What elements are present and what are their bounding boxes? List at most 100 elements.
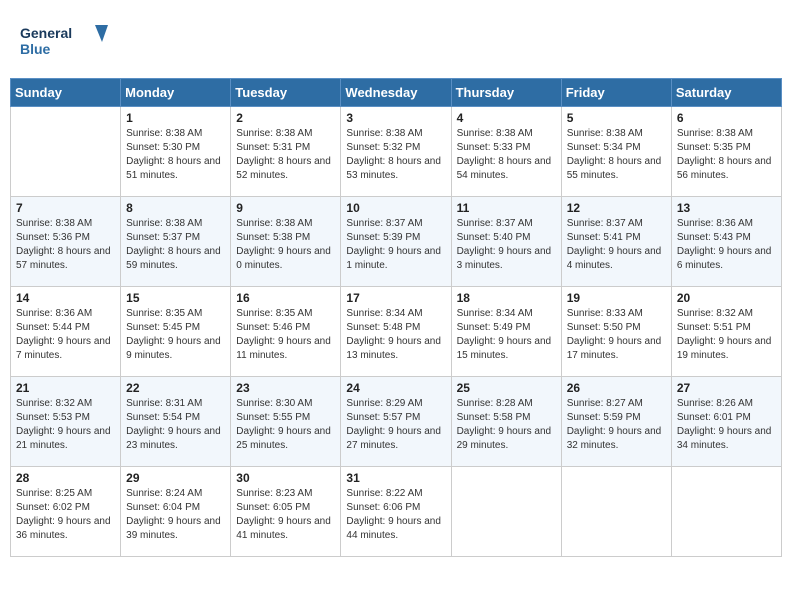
day-info: Sunrise: 8:30 AMSunset: 5:55 PMDaylight:… — [236, 397, 335, 453]
day-info: Sunrise: 8:23 AMSunset: 6:05 PMDaylight:… — [236, 487, 335, 543]
calendar-day-cell: 11 Sunrise: 8:37 AMSunset: 5:40 PMDayligh… — [451, 197, 561, 287]
calendar-day-cell: 9Sunrise: 8:38 AMSunset: 5:38 PMDaylight… — [231, 197, 341, 287]
day-info: Sunrise: 8:32 AMSunset: 5:51 PMDaylight:… — [677, 307, 776, 363]
day-number: 4 — [457, 111, 556, 125]
calendar-day-cell — [561, 467, 671, 557]
calendar-day-cell: 10Sunrise: 8:37 AMSunset: 5:39 PMDayligh… — [341, 197, 451, 287]
day-info: Sunrise: 8:33 AMSunset: 5:50 PMDaylight:… — [567, 307, 666, 363]
day-info: Sunrise: 8:27 AMSunset: 5:59 PMDaylight:… — [567, 397, 666, 453]
day-number: 31 — [346, 471, 445, 485]
day-number: 11 — [457, 201, 556, 215]
day-number: 23 — [236, 381, 335, 395]
calendar-day-cell: 15 Sunrise: 8:35 AMSunset: 5:45 PMDayligh… — [121, 287, 231, 377]
day-info: Sunrise: 8:31 AMSunset: 5:54 PMDaylight:… — [126, 397, 225, 453]
day-info: Sunrise: 8:38 AMSunset: 5:37 PMDaylight:… — [126, 217, 225, 273]
page-header: General Blue — [10, 10, 782, 70]
day-number: 27 — [677, 381, 776, 395]
calendar-day-cell: 31 Sunrise: 8:22 AMSunset: 6:06 PMDayligh… — [341, 467, 451, 557]
day-info: Sunrise: 8:38 AMSunset: 5:31 PMDaylight:… — [236, 127, 335, 183]
day-info: Sunrise: 8:38 AMSunset: 5:33 PMDaylight:… — [457, 127, 556, 183]
calendar-day-cell: 13Sunrise: 8:36 AMSunset: 5:43 PMDayligh… — [671, 197, 781, 287]
day-info: Sunrise: 8:29 AMSunset: 5:57 PMDaylight:… — [346, 397, 445, 453]
calendar-body: 1 Sunrise: 8:38 AMSunset: 5:30 PMDaylight… — [11, 107, 782, 557]
calendar-day-cell — [671, 467, 781, 557]
weekday-header-cell: Sunday — [11, 79, 121, 107]
calendar-day-cell: 18 Sunrise: 8:34 AMSunset: 5:49 PMDayligh… — [451, 287, 561, 377]
calendar-day-cell: 21 Sunrise: 8:32 AMSunset: 5:53 PMDayligh… — [11, 377, 121, 467]
calendar-day-cell: 14 Sunrise: 8:36 AMSunset: 5:44 PMDayligh… — [11, 287, 121, 377]
day-number: 7 — [16, 201, 115, 215]
day-info: Sunrise: 8:37 AMSunset: 5:41 PMDaylight:… — [567, 217, 666, 273]
day-info: Sunrise: 8:38 AMSunset: 5:36 PMDaylight:… — [16, 217, 115, 273]
calendar-day-cell: 7 Sunrise: 8:38 AMSunset: 5:36 PMDaylight… — [11, 197, 121, 287]
weekday-header-cell: Thursday — [451, 79, 561, 107]
calendar-day-cell: 24 Sunrise: 8:29 AMSunset: 5:57 PMDayligh… — [341, 377, 451, 467]
calendar-day-cell: 16 Sunrise: 8:35 AMSunset: 5:46 PMDayligh… — [231, 287, 341, 377]
day-number: 3 — [346, 111, 445, 125]
calendar-day-cell: 28 Sunrise: 8:25 AMSunset: 6:02 PMDayligh… — [11, 467, 121, 557]
day-number: 28 — [16, 471, 115, 485]
calendar-day-cell: 20Sunrise: 8:32 AMSunset: 5:51 PMDayligh… — [671, 287, 781, 377]
day-info: Sunrise: 8:34 AMSunset: 5:49 PMDaylight:… — [457, 307, 556, 363]
calendar-day-cell: 2 Sunrise: 8:38 AMSunset: 5:31 PMDaylight… — [231, 107, 341, 197]
day-info: Sunrise: 8:38 AMSunset: 5:32 PMDaylight:… — [346, 127, 445, 183]
calendar-day-cell: 19 Sunrise: 8:33 AMSunset: 5:50 PMDayligh… — [561, 287, 671, 377]
calendar-day-cell: 27Sunrise: 8:26 AMSunset: 6:01 PMDayligh… — [671, 377, 781, 467]
svg-text:Blue: Blue — [20, 41, 51, 57]
day-info: Sunrise: 8:36 AMSunset: 5:44 PMDaylight:… — [16, 307, 115, 363]
calendar-day-cell: 30 Sunrise: 8:23 AMSunset: 6:05 PMDayligh… — [231, 467, 341, 557]
weekday-header-cell: Tuesday — [231, 79, 341, 107]
day-info: Sunrise: 8:25 AMSunset: 6:02 PMDaylight:… — [16, 487, 115, 543]
day-number: 6 — [677, 111, 776, 125]
day-info: Sunrise: 8:35 AMSunset: 5:45 PMDaylight:… — [126, 307, 225, 363]
day-number: 14 — [16, 291, 115, 305]
day-number: 26 — [567, 381, 666, 395]
day-number: 16 — [236, 291, 335, 305]
calendar-day-cell: 5 Sunrise: 8:38 AMSunset: 5:34 PMDaylight… — [561, 107, 671, 197]
calendar-day-cell: 25Sunrise: 8:28 AMSunset: 5:58 PMDayligh… — [451, 377, 561, 467]
day-info: Sunrise: 8:35 AMSunset: 5:46 PMDaylight:… — [236, 307, 335, 363]
calendar-day-cell: 1 Sunrise: 8:38 AMSunset: 5:30 PMDaylight… — [121, 107, 231, 197]
calendar-day-cell: 3 Sunrise: 8:38 AMSunset: 5:32 PMDaylight… — [341, 107, 451, 197]
day-number: 15 — [126, 291, 225, 305]
day-number: 29 — [126, 471, 225, 485]
day-number: 24 — [346, 381, 445, 395]
day-number: 5 — [567, 111, 666, 125]
day-info: Sunrise: 8:32 AMSunset: 5:53 PMDaylight:… — [16, 397, 115, 453]
day-number: 1 — [126, 111, 225, 125]
day-number: 2 — [236, 111, 335, 125]
calendar-week-row: 14 Sunrise: 8:36 AMSunset: 5:44 PMDayligh… — [11, 287, 782, 377]
day-info: Sunrise: 8:37 AMSunset: 5:39 PMDaylight:… — [346, 217, 445, 273]
calendar-day-cell: 12 Sunrise: 8:37 AMSunset: 5:41 PMDayligh… — [561, 197, 671, 287]
day-number: 12 — [567, 201, 666, 215]
day-number: 30 — [236, 471, 335, 485]
weekday-header-cell: Wednesday — [341, 79, 451, 107]
calendar-day-cell: 26 Sunrise: 8:27 AMSunset: 5:59 PMDayligh… — [561, 377, 671, 467]
day-number: 21 — [16, 381, 115, 395]
calendar-week-row: 7 Sunrise: 8:38 AMSunset: 5:36 PMDaylight… — [11, 197, 782, 287]
day-info: Sunrise: 8:22 AMSunset: 6:06 PMDaylight:… — [346, 487, 445, 543]
calendar-table: SundayMondayTuesdayWednesdayThursdayFrid… — [10, 78, 782, 557]
day-number: 18 — [457, 291, 556, 305]
day-info: Sunrise: 8:38 AMSunset: 5:34 PMDaylight:… — [567, 127, 666, 183]
day-number: 17 — [346, 291, 445, 305]
day-info: Sunrise: 8:24 AMSunset: 6:04 PMDaylight:… — [126, 487, 225, 543]
logo: General Blue — [20, 20, 110, 65]
day-info: Sunrise: 8:37 AMSunset: 5:40 PMDaylight:… — [457, 217, 556, 273]
weekday-header: SundayMondayTuesdayWednesdayThursdayFrid… — [11, 79, 782, 107]
calendar-day-cell — [11, 107, 121, 197]
calendar-week-row: 21 Sunrise: 8:32 AMSunset: 5:53 PMDayligh… — [11, 377, 782, 467]
day-info: Sunrise: 8:38 AMSunset: 5:30 PMDaylight:… — [126, 127, 225, 183]
weekday-header-cell: Friday — [561, 79, 671, 107]
weekday-header-cell: Monday — [121, 79, 231, 107]
day-number: 19 — [567, 291, 666, 305]
calendar-day-cell: 17Sunrise: 8:34 AMSunset: 5:48 PMDayligh… — [341, 287, 451, 377]
calendar-week-row: 1 Sunrise: 8:38 AMSunset: 5:30 PMDaylight… — [11, 107, 782, 197]
calendar-day-cell: 6Sunrise: 8:38 AMSunset: 5:35 PMDaylight… — [671, 107, 781, 197]
calendar-day-cell: 8Sunrise: 8:38 AMSunset: 5:37 PMDaylight… — [121, 197, 231, 287]
day-info: Sunrise: 8:36 AMSunset: 5:43 PMDaylight:… — [677, 217, 776, 273]
calendar-day-cell: 22Sunrise: 8:31 AMSunset: 5:54 PMDayligh… — [121, 377, 231, 467]
calendar-day-cell: 29 Sunrise: 8:24 AMSunset: 6:04 PMDayligh… — [121, 467, 231, 557]
svg-text:General: General — [20, 25, 72, 41]
day-info: Sunrise: 8:38 AMSunset: 5:38 PMDaylight:… — [236, 217, 335, 273]
